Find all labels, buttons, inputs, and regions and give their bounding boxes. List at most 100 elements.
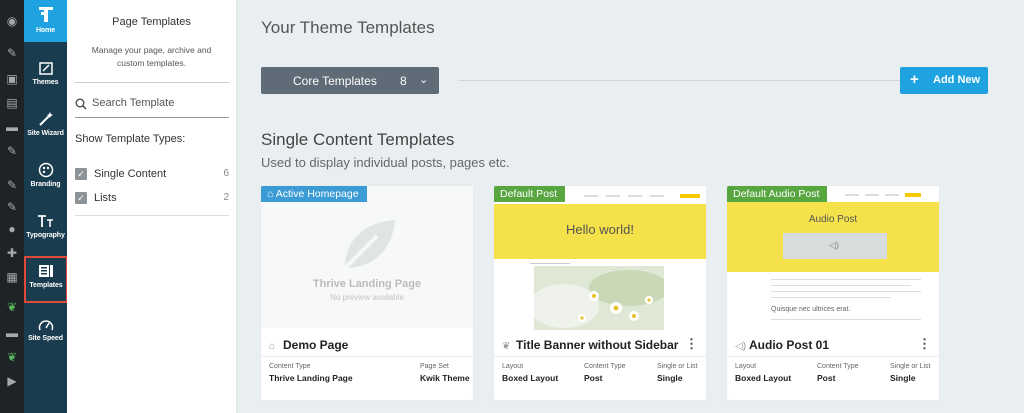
section-description: Used to display individual posts, pages …	[261, 155, 510, 170]
divider	[261, 356, 473, 357]
settings-icon[interactable]: ▦	[5, 270, 19, 284]
core-templates-dropdown[interactable]: Core Templates 8 ⌄	[261, 67, 439, 94]
add-new-label: Add New	[933, 74, 981, 86]
more-options-icon[interactable]: ⋮	[918, 336, 931, 352]
main-content: Your Theme Templates Core Templates 8 ⌄ …	[237, 0, 1024, 413]
meta-value: Post	[584, 373, 603, 383]
meta-content-type: Content Type Post	[817, 363, 859, 383]
search-template-input[interactable]: Search Template	[75, 96, 229, 114]
leaf-icon[interactable]: ❦	[5, 350, 19, 364]
plus-icon: +	[910, 71, 919, 88]
play-icon[interactable]: ▶	[5, 374, 19, 388]
divider	[459, 80, 900, 81]
meta-single-or-list: Single or List Single	[657, 363, 697, 383]
chevron-down-icon: ⌄	[419, 74, 429, 86]
pin-icon[interactable]: ✎	[5, 144, 19, 158]
meta-label: Single or List	[890, 363, 931, 370]
page-title: Your Theme Templates	[261, 18, 435, 37]
leaf-icon	[341, 220, 395, 272]
sidebar-item-themes[interactable]: Themes	[24, 60, 67, 96]
dashboard-icon[interactable]: ◉	[5, 14, 19, 28]
preview-text-line	[771, 291, 921, 292]
sidebar-item-label: Typography	[26, 232, 65, 239]
template-card-demo-page[interactable]: ⌂ Active Homepage Thrive Landing Page No…	[261, 186, 473, 400]
more-options-icon[interactable]: ⋮	[685, 336, 698, 352]
meta-label: Content Type	[817, 363, 859, 370]
template-card-title-banner[interactable]: Default Post Hello world! ❦ Title Banner …	[494, 186, 706, 400]
plugins-icon[interactable]: ✎	[5, 200, 19, 214]
sidebar-item-templates[interactable]: Templates	[24, 256, 68, 303]
template-name: ❦ Title Banner without Sidebar	[502, 338, 678, 352]
meta-page-set: Page Set Kwik Theme	[420, 363, 470, 383]
sidebar-item-site-speed[interactable]: Site Speed	[24, 318, 67, 354]
sidebar-item-label: Home	[35, 27, 56, 34]
templates-icon	[39, 265, 53, 277]
divider	[75, 117, 229, 118]
pages-icon[interactable]: ▤	[5, 96, 19, 110]
active-homepage-badge: ⌂ Active Homepage	[261, 186, 367, 202]
meta-value: Thrive Landing Page	[269, 373, 353, 383]
leaf-icon: ❦	[502, 341, 511, 352]
template-type-lists[interactable]: ✓ Lists 2	[75, 192, 229, 206]
preview-title: Thrive Landing Page	[312, 278, 422, 290]
themes-icon	[38, 62, 53, 75]
template-preview[interactable]: Default Audio Post Audio Post ◁) Quisque…	[727, 186, 939, 328]
thrive-dashboard-icon[interactable]: ▬	[5, 326, 19, 340]
meta-value: Kwik Theme	[420, 373, 470, 383]
meta-label: Page Set	[420, 363, 449, 370]
template-type-label: Single Content	[94, 168, 167, 180]
typography-icon	[37, 215, 53, 227]
template-type-single-content[interactable]: ✓ Single Content 6	[75, 168, 229, 182]
sidebar-item-home[interactable]: Home	[24, 0, 67, 42]
theme-sidebar: Home Themes Site Wizard Branding Typogra…	[24, 0, 68, 413]
add-new-button[interactable]: + Add New	[900, 67, 988, 94]
tools-icon[interactable]: ✚	[5, 246, 19, 260]
meta-label: Layout	[502, 363, 524, 370]
pin-icon[interactable]: ✎	[5, 46, 19, 60]
template-name: ⌂ Demo Page	[269, 338, 348, 352]
meta-value: Post	[817, 373, 836, 383]
preview-meta	[530, 263, 570, 264]
appearance-icon[interactable]: ✎	[5, 178, 19, 192]
speedometer-icon	[38, 320, 53, 331]
template-type-label: Lists	[94, 192, 117, 204]
divider	[494, 356, 706, 357]
default-post-badge: Default Post	[494, 186, 566, 202]
template-card-audio-post[interactable]: Default Audio Post Audio Post ◁) Quisque…	[727, 186, 939, 400]
sidebar-item-typography[interactable]: Typography	[24, 213, 67, 249]
panel-description: Manage your page, archive and custom tem…	[91, 45, 212, 68]
preview-nav	[584, 195, 598, 197]
meta-label: Layout	[735, 363, 757, 370]
meta-content-type: Content Type Post	[584, 363, 626, 383]
divider	[75, 82, 229, 83]
users-icon[interactable]: ●	[5, 222, 19, 236]
preview-image	[534, 266, 664, 330]
sidebar-item-branding[interactable]: Branding	[24, 162, 67, 198]
section-title: Single Content Templates	[261, 130, 455, 149]
palette-icon	[38, 162, 53, 178]
default-audio-post-badge: Default Audio Post	[727, 186, 828, 202]
template-name-text: Audio Post 01	[749, 338, 830, 352]
template-name-text: Title Banner without Sidebar	[516, 338, 679, 352]
template-type-count: 6	[223, 168, 229, 179]
media-icon[interactable]: ▣	[5, 72, 19, 86]
preview-text-line	[771, 285, 911, 286]
leaf-icon[interactable]: ❦	[5, 300, 19, 314]
dropdown-count: 8	[400, 74, 407, 88]
checkbox-checked-icon[interactable]: ✓	[75, 168, 87, 180]
checkbox-checked-icon[interactable]: ✓	[75, 192, 87, 204]
preview-text-line	[771, 297, 891, 298]
sidebar-item-label: Site Wizard	[27, 130, 64, 137]
sidebar-item-site-wizard[interactable]: Site Wizard	[24, 111, 67, 147]
speaker-icon: ◁)	[829, 240, 839, 250]
preview-audio-player: ◁)	[783, 233, 887, 259]
preview-nav	[865, 194, 879, 196]
template-preview[interactable]: Default Post Hello world!	[494, 186, 706, 330]
wand-icon	[38, 112, 53, 126]
template-preview[interactable]: ⌂ Active Homepage Thrive Landing Page No…	[261, 186, 473, 328]
divider	[75, 215, 229, 216]
comments-icon[interactable]: ▬	[5, 120, 19, 134]
sidebar-item-label: Branding	[30, 181, 61, 188]
preview-title: Hello world!	[566, 222, 634, 237]
home-icon	[38, 7, 53, 22]
